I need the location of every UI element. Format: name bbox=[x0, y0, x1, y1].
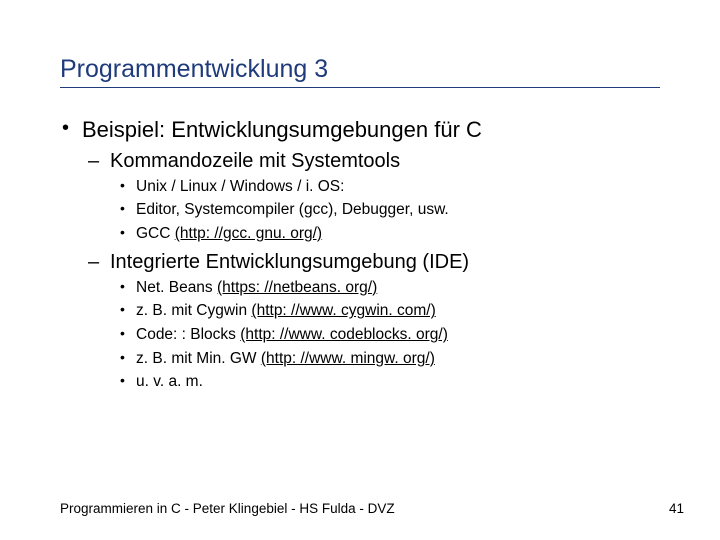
codeblocks-link[interactable]: (http: //www. codeblocks. org/) bbox=[240, 326, 448, 343]
ide-uvam: u. v. a. m. bbox=[110, 371, 660, 393]
sub-cmdline-label: Kommandozeile mit Systemtools bbox=[110, 150, 400, 172]
footer-text: Programmieren in C - Peter Klingebiel - … bbox=[60, 501, 395, 516]
cmdline-os: Unix / Linux / Windows / i. OS: bbox=[110, 176, 660, 198]
sub-list: Kommandozeile mit Systemtools Unix / Lin… bbox=[82, 148, 660, 394]
cmdline-tools: Editor, Systemcompiler (gcc), Debugger, … bbox=[110, 199, 660, 221]
gcc-text: GCC bbox=[136, 225, 175, 242]
slide: Programmentwicklung 3 Beispiel: Entwickl… bbox=[0, 0, 720, 540]
netbeans-text: Net. Beans bbox=[136, 279, 217, 296]
title-rule: Programmentwicklung 3 bbox=[60, 55, 660, 88]
slide-title: Programmentwicklung 3 bbox=[60, 55, 660, 84]
ide-mingw: z. B. mit Min. GW (http: //www. mingw. o… bbox=[110, 348, 660, 370]
ide-codeblocks: Code: : Blocks (http: //www. codeblocks.… bbox=[110, 324, 660, 346]
mingw-text: z. B. mit Min. GW bbox=[136, 350, 261, 367]
codeblocks-text: Code: : Blocks bbox=[136, 326, 240, 343]
cygwin-link[interactable]: (http: //www. cygwin. com/) bbox=[251, 302, 435, 319]
cygwin-text: z. B. mit Cygwin bbox=[136, 302, 251, 319]
sub-ide-label: Integrierte Entwicklungsumgebung (IDE) bbox=[110, 251, 469, 273]
cmdline-gcc: GCC (http: //gcc. gnu. org/) bbox=[110, 223, 660, 245]
sub-ide: Integrierte Entwicklungsumgebung (IDE) N… bbox=[82, 249, 660, 393]
netbeans-link[interactable]: (https: //netbeans. org/) bbox=[217, 279, 377, 296]
ide-items: Net. Beans (https: //netbeans. org/) z. … bbox=[110, 277, 660, 393]
body-list: Beispiel: Entwicklungsumgebungen für C K… bbox=[60, 116, 660, 393]
bullet-example: Beispiel: Entwicklungsumgebungen für C K… bbox=[60, 116, 660, 393]
page-number: 41 bbox=[669, 501, 684, 516]
ide-netbeans: Net. Beans (https: //netbeans. org/) bbox=[110, 277, 660, 299]
gcc-link[interactable]: (http: //gcc. gnu. org/) bbox=[175, 225, 322, 242]
sub-cmdline: Kommandozeile mit Systemtools Unix / Lin… bbox=[82, 148, 660, 245]
mingw-link[interactable]: (http: //www. mingw. org/) bbox=[261, 350, 435, 367]
ide-cygwin: z. B. mit Cygwin (http: //www. cygwin. c… bbox=[110, 300, 660, 322]
bullet-example-label: Beispiel: Entwicklungsumgebungen für C bbox=[82, 117, 482, 142]
cmdline-items: Unix / Linux / Windows / i. OS: Editor, … bbox=[110, 176, 660, 245]
